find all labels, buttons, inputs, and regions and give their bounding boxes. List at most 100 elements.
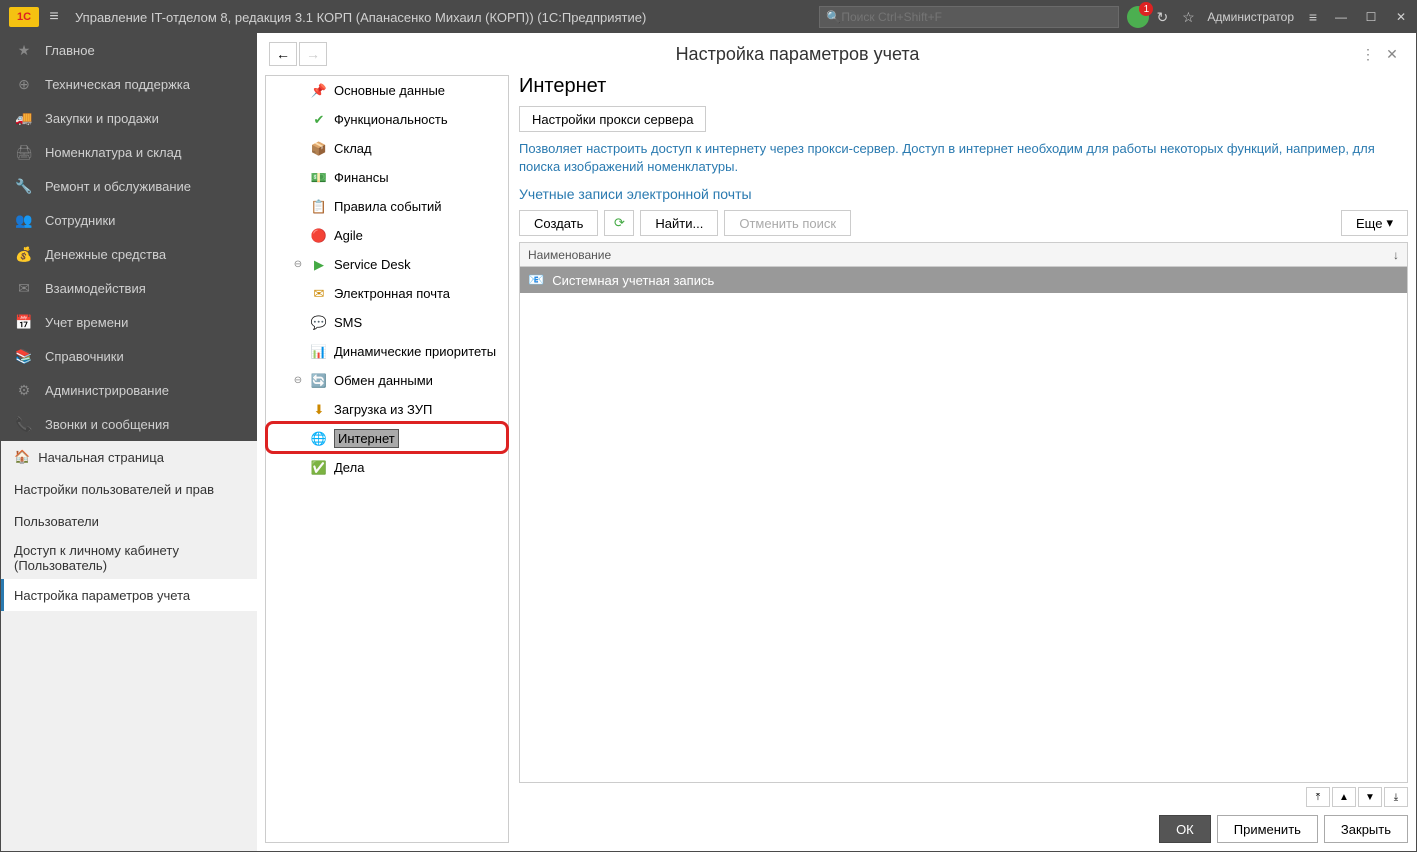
next-row-button[interactable]: ▼ xyxy=(1358,787,1382,807)
sidebar: ★ Главное ⊕Техническая поддержка 🚚 Закупки и… xyxy=(1,33,257,851)
kebab-icon[interactable]: ⋮ xyxy=(1356,46,1380,63)
tree-item-label: Правила событий xyxy=(334,199,442,214)
nav-icon: 💰 xyxy=(15,246,33,263)
tree-item[interactable]: 📌Основные данные xyxy=(266,76,508,105)
maximize-button[interactable]: ☐ xyxy=(1356,10,1386,24)
expand-icon[interactable]: ⊖ xyxy=(292,259,304,270)
table-header[interactable]: Наименование ↓ xyxy=(520,243,1407,267)
history-icon[interactable]: ↻ xyxy=(1149,9,1175,26)
cancel-search-button[interactable]: Отменить поиск xyxy=(724,210,851,236)
tree-item[interactable]: ⊖ ▶ Service Desk xyxy=(266,250,508,279)
first-row-button[interactable]: ⤒ xyxy=(1306,787,1330,807)
sidebar-nav-item[interactable]: 🚚 Закупки и продажи xyxy=(1,101,257,135)
tree-item[interactable]: ⬇Загрузка из ЗУП xyxy=(266,395,508,424)
nav-label: Звонки и сообщения xyxy=(45,417,169,432)
sidebar-nav-item[interactable]: 💰Денежные средства xyxy=(1,237,257,271)
more-button[interactable]: Еще ▾ xyxy=(1341,210,1408,236)
tree-item-label: Основные данные xyxy=(334,83,445,98)
star-icon[interactable]: ☆ xyxy=(1175,9,1201,26)
nav-label: Справочники xyxy=(45,349,124,364)
find-button[interactable]: Найти... xyxy=(640,210,718,236)
tree-item[interactable]: 💵Финансы xyxy=(266,163,508,192)
tree-item-label: Service Desk xyxy=(334,257,411,272)
sidebar-nav-item[interactable]: 📅Учет времени xyxy=(1,305,257,339)
refresh-button[interactable]: ⟳ xyxy=(604,210,634,236)
tree-item[interactable]: 📦Склад xyxy=(266,134,508,163)
create-button[interactable]: Создать xyxy=(519,210,598,236)
chevron-down-icon: ▾ xyxy=(1386,215,1393,231)
sidebar-nav-item[interactable]: 🔧 Ремонт и обслуживание xyxy=(1,169,257,203)
nav-label: Администрирование xyxy=(45,383,169,398)
tree-item[interactable]: ✉Электронная почта xyxy=(266,279,508,308)
expand-icon[interactable]: ⊖ xyxy=(292,375,304,386)
hamburger-icon[interactable]: ≡ xyxy=(39,8,69,26)
nav-icon: 📞 xyxy=(15,416,33,433)
sidebar-nav-item[interactable]: ✉Взаимодействия xyxy=(1,271,257,305)
nav-icon: ⚙ xyxy=(15,382,33,399)
user-label[interactable]: Администратор xyxy=(1201,10,1300,24)
table-row[interactable]: 📧Системная учетная запись xyxy=(520,267,1407,293)
tree-item-label: Склад xyxy=(334,141,372,156)
search-input[interactable] xyxy=(841,10,1112,24)
sidebar-subsection: 🏠Начальная страницаНастройки пользовател… xyxy=(1,441,257,851)
tree-item-icon: ▶ xyxy=(310,257,328,273)
settings-lines-icon[interactable]: ≡ xyxy=(1300,9,1326,25)
sidebar-sub-item[interactable]: Пользователи xyxy=(1,505,257,537)
tree-item-label: Электронная почта xyxy=(334,286,450,301)
tree-item[interactable]: 🔴Agile xyxy=(266,221,508,250)
tree-item[interactable]: 📊Динамические приоритеты xyxy=(266,337,508,366)
nav-label: Закупки и продажи xyxy=(45,111,159,126)
sidebar-nav-item[interactable]: ⊕Техническая поддержка xyxy=(1,67,257,101)
sidebar-sub-item[interactable]: Настройки пользователей и прав xyxy=(1,473,257,505)
close-window-button[interactable]: ✕ xyxy=(1386,10,1416,24)
nav-label: Ремонт и обслуживание xyxy=(45,179,191,194)
sidebar-nav-item[interactable]: 👥Сотрудники xyxy=(1,203,257,237)
nav-icon: ⊕ xyxy=(15,76,33,93)
apply-button[interactable]: Применить xyxy=(1217,815,1318,843)
nav-label: Главное xyxy=(45,43,95,58)
tree-item[interactable]: ✅Дела xyxy=(266,453,508,482)
sidebar-sub-item[interactable]: Настройка параметров учета xyxy=(1,579,257,611)
tree-item-icon: 🔴 xyxy=(310,228,328,244)
nav-icon: 🖨 xyxy=(15,144,33,161)
notification-bell-icon[interactable] xyxy=(1127,6,1149,28)
nav-icon: ★ xyxy=(15,42,33,59)
settings-tree: 📌Основные данные✔Функциональность📦Склад💵… xyxy=(265,75,509,843)
logo-1c: 1C xyxy=(9,7,39,27)
prev-row-button[interactable]: ▲ xyxy=(1332,787,1356,807)
ok-button[interactable]: ОК xyxy=(1159,815,1211,843)
tree-item[interactable]: ⊖🔄Обмен данными xyxy=(266,366,508,395)
proxy-settings-button[interactable]: Настройки прокси сервера xyxy=(519,106,706,132)
sidebar-nav-item[interactable]: ⚙ Администрирование xyxy=(1,373,257,407)
tree-item-icon: ✅ xyxy=(310,460,328,476)
tree-item[interactable]: 💬SMS xyxy=(266,308,508,337)
minimize-button[interactable]: — xyxy=(1326,10,1356,24)
tree-item-label: Интернет xyxy=(334,429,399,448)
window-title: Управление IT-отделом 8, редакция 3.1 КО… xyxy=(69,10,646,25)
tree-item[interactable]: 🌐Интернет xyxy=(266,424,508,453)
sidebar-nav-item[interactable]: 📞 Звонки и сообщения xyxy=(1,407,257,441)
row-icon: 📧 xyxy=(528,272,544,288)
nav-icon: 🔧 xyxy=(15,178,33,195)
search-icon: 🔍 xyxy=(826,10,841,24)
sidebar-nav-item[interactable]: ★ Главное xyxy=(1,33,257,67)
sidebar-nav-item[interactable]: 📚Справочники xyxy=(1,339,257,373)
nav-back-button[interactable]: ← xyxy=(269,42,297,66)
close-tab-button[interactable]: ✕ xyxy=(1380,46,1404,63)
last-row-button[interactable]: ⤓ xyxy=(1384,787,1408,807)
tree-item-icon: 🔄 xyxy=(310,373,328,389)
nav-label: Сотрудники xyxy=(45,213,115,228)
sub-label: Начальная страница xyxy=(38,450,164,465)
nav-forward-button[interactable]: → xyxy=(299,42,327,66)
tree-item[interactable]: 📋Правила событий xyxy=(266,192,508,221)
tree-item-icon: ✔ xyxy=(310,112,328,128)
content: ← → Настройка параметров учета ⋮ ✕ 📌Осно… xyxy=(257,33,1416,851)
tree-item[interactable]: ✔Функциональность xyxy=(266,105,508,134)
search-box[interactable]: 🔍 xyxy=(819,6,1119,28)
sidebar-sub-item[interactable]: 🏠Начальная страница xyxy=(1,441,257,473)
sidebar-nav-item[interactable]: 🖨Номенклатура и склад xyxy=(1,135,257,169)
sidebar-sub-item[interactable]: Доступ к личному кабинету (Пользователь) xyxy=(1,537,257,579)
nav-icon: 🚚 xyxy=(15,110,33,127)
sub-label: Доступ к личному кабинету (Пользователь) xyxy=(14,543,247,573)
close-button[interactable]: Закрыть xyxy=(1324,815,1408,843)
